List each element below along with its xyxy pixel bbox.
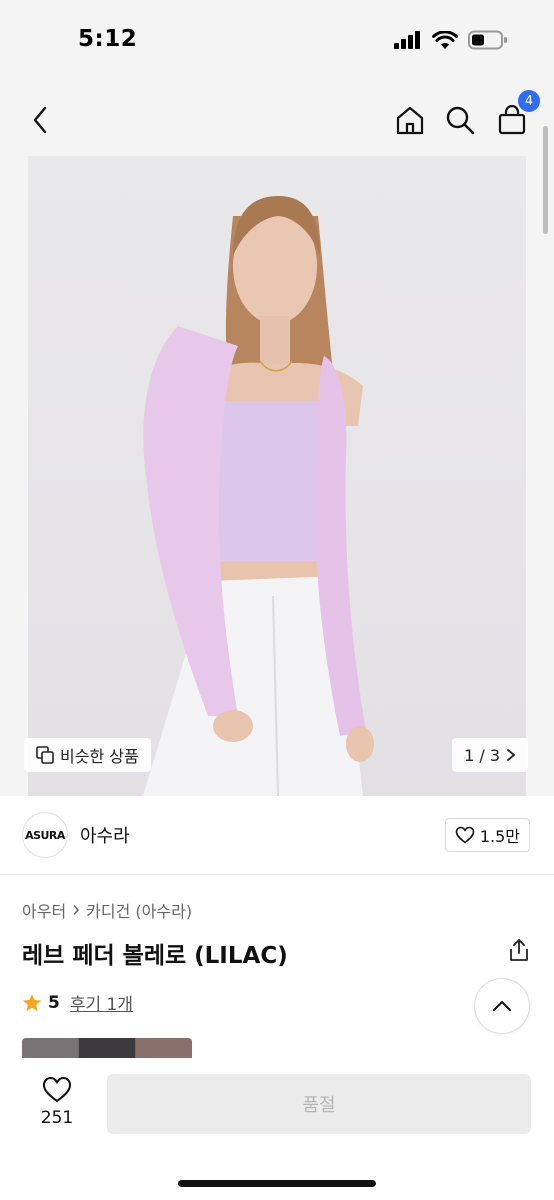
product-image-carousel[interactable]: 비슷한 상품 1 / 3 (0, 156, 554, 796)
rating-row: 5 후기 1개 (22, 990, 133, 1015)
review-thumbnail[interactable] (22, 1038, 78, 1058)
heart-icon (455, 826, 475, 844)
breadcrumb: 아우터 카디건 (아수라) (22, 898, 192, 922)
image-pager-text: 1 / 3 (464, 745, 500, 765)
top-navigation: 4 (0, 84, 554, 156)
status-icons (394, 30, 508, 50)
share-icon (510, 939, 528, 961)
copy-icon (36, 746, 54, 764)
star-icon (23, 993, 41, 1011)
brand-like-button[interactable]: 1.5만 (444, 818, 530, 852)
cart-count-badge: 4 (518, 90, 540, 112)
similar-products-button[interactable]: 비슷한 상품 (24, 738, 151, 772)
bottom-action-bar: 251 품절 (0, 1058, 554, 1200)
wifi-icon (432, 30, 458, 49)
breadcrumb-child[interactable]: 카디건 (아수라) (86, 898, 192, 922)
brand-logo: ASURA (22, 812, 68, 858)
review-count-link[interactable]: 후기 1개 (70, 990, 133, 1015)
review-thumbnail[interactable] (79, 1038, 135, 1058)
wishlist-button[interactable]: 251 (30, 1076, 84, 1128)
scroll-indicator[interactable] (543, 126, 548, 234)
back-icon (33, 106, 47, 134)
chevron-right-icon (507, 749, 516, 761)
home-indicator (178, 1180, 376, 1187)
image-pager[interactable]: 1 / 3 (452, 738, 528, 772)
search-button[interactable] (444, 104, 476, 136)
brand-row[interactable]: ASURA 아수라 1.5만 (0, 796, 554, 875)
model-illustration (143, 196, 374, 796)
heart-icon (42, 1076, 72, 1103)
back-button[interactable] (26, 104, 54, 136)
rating-score: 5 (48, 992, 60, 1013)
status-bar: 5:12 (0, 0, 554, 84)
status-time: 5:12 (78, 26, 138, 52)
battery-icon (468, 30, 507, 50)
chevron-right-icon (73, 905, 80, 915)
search-icon (446, 106, 475, 135)
wishlist-count: 251 (40, 1108, 74, 1128)
share-button[interactable] (508, 938, 530, 966)
review-thumbnails[interactable] (22, 1038, 192, 1058)
sold-out-button[interactable]: 품절 (107, 1074, 531, 1134)
review-thumbnail[interactable] (136, 1038, 192, 1058)
home-icon (396, 106, 424, 135)
brand-like-count: 1.5만 (479, 827, 520, 846)
home-button[interactable] (394, 104, 426, 136)
scroll-top-button[interactable] (474, 978, 530, 1034)
chevron-up-icon (493, 1001, 511, 1011)
product-photo (28, 156, 526, 796)
breadcrumb-parent[interactable]: 아우터 (22, 898, 66, 922)
product-title: 레브 페더 볼레로 (LILAC) (22, 943, 288, 969)
cart-button[interactable]: 4 (496, 90, 540, 136)
brand-name[interactable]: 아수라 (80, 822, 130, 848)
signal-icon (394, 31, 420, 49)
similar-products-label: 비슷한 상품 (60, 747, 139, 766)
